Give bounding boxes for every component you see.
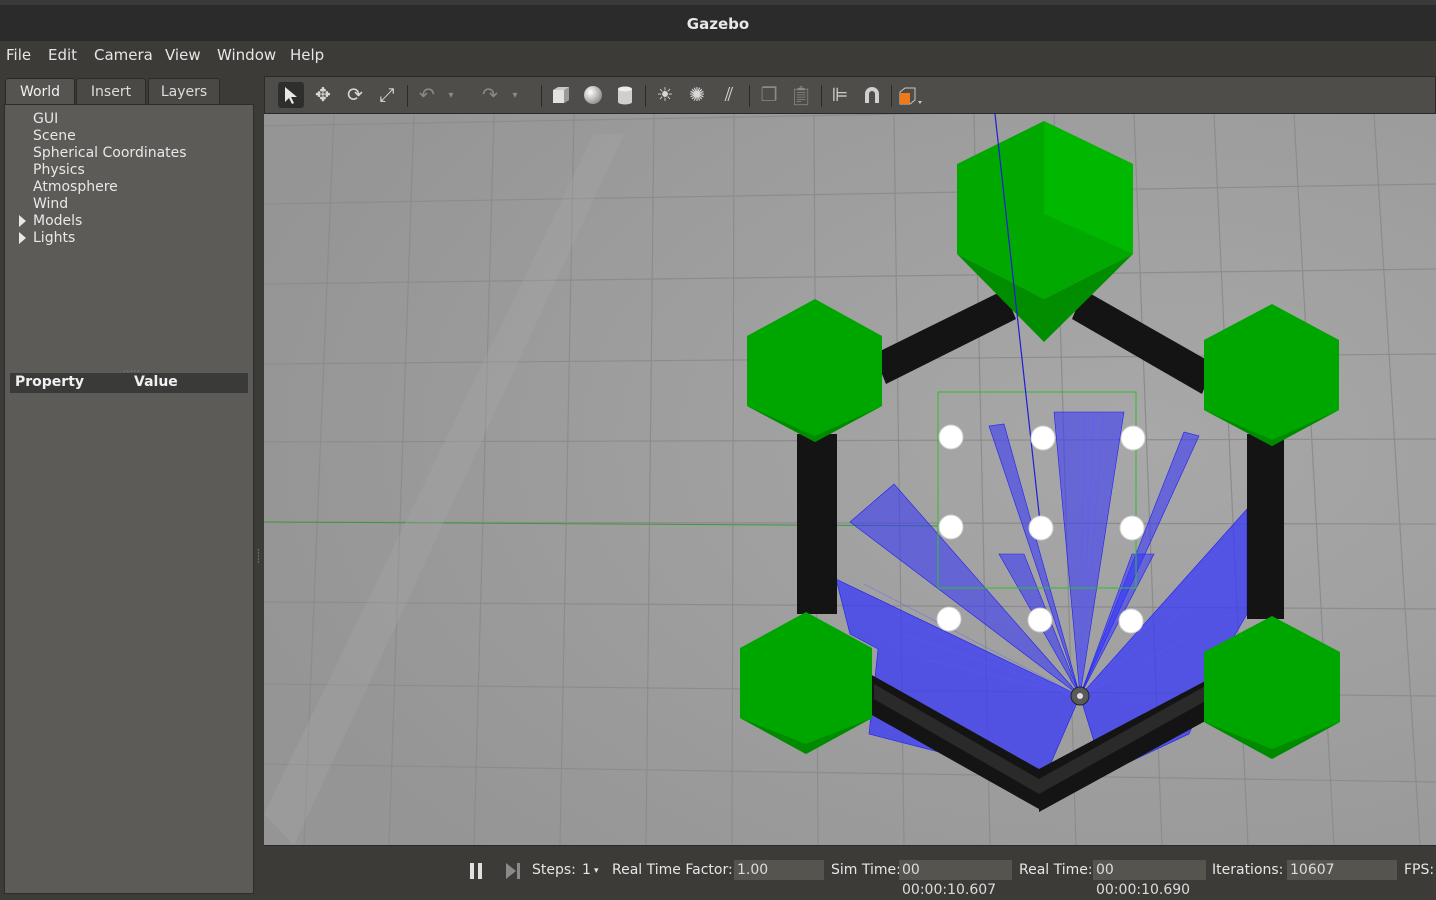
tab-insert[interactable]: Insert xyxy=(76,78,146,104)
undo-dropdown-icon[interactable]: ▾ xyxy=(445,82,457,108)
paste-icon[interactable]: 📋︎ xyxy=(788,82,814,108)
align-icon[interactable]: ⊫ xyxy=(827,82,853,108)
undo-icon[interactable]: ↶ xyxy=(414,82,440,108)
menu-edit[interactable]: Edit xyxy=(48,46,77,64)
menu-window[interactable]: Window xyxy=(217,46,276,64)
fps-label: FPS: xyxy=(1404,862,1435,878)
left-panel: World Insert Layers GUI Scene Spherical … xyxy=(0,70,262,896)
rtf-value: 1.00 xyxy=(734,860,824,880)
sim-time-value: 00 00:00:10.607 xyxy=(899,860,1012,898)
property-column-header: Property xyxy=(15,374,85,390)
status-bar: Steps: 1 ▾ Real Time Factor: 1.00 Sim Ti… xyxy=(264,845,1436,898)
menu-view[interactable]: View xyxy=(165,46,201,64)
point-light-icon[interactable]: ☀ xyxy=(652,82,678,108)
real-time-label: Real Time: xyxy=(1019,862,1093,878)
title-bar: Gazebo xyxy=(0,0,1436,41)
redo-dropdown-icon[interactable]: ▾ xyxy=(509,82,521,108)
tree-item-atmosphere[interactable]: Atmosphere xyxy=(33,179,118,195)
menu-bar: File Edit Camera View Window Help xyxy=(0,41,1436,70)
tree-item-lights[interactable]: Lights xyxy=(33,230,75,246)
scale-icon[interactable]: ⤢ xyxy=(374,82,400,108)
rotate-icon[interactable]: ⟳ xyxy=(342,82,368,108)
world-tree: GUI Scene Spherical Coordinates Physics … xyxy=(4,104,254,894)
tab-layers[interactable]: Layers xyxy=(148,78,220,104)
box-icon[interactable] xyxy=(548,82,574,108)
sim-time-label: Sim Time: xyxy=(831,862,901,878)
scene-render xyxy=(264,114,1436,845)
steps-label: Steps: xyxy=(532,862,576,878)
menu-help[interactable]: Help xyxy=(290,46,324,64)
step-icon[interactable] xyxy=(500,858,526,884)
toolbar: ✥ ⟳ ⤢ ↶ ▾ ↷ ▾ ☀ ✺ ⫽ ❐ 📋︎ ⊫ xyxy=(264,76,1436,114)
menu-file[interactable]: File xyxy=(6,46,31,64)
tab-world[interactable]: World xyxy=(5,78,75,104)
tree-item-wind[interactable]: Wind xyxy=(33,196,68,212)
copy-icon[interactable]: ❐ xyxy=(756,82,782,108)
tree-item-gui[interactable]: GUI xyxy=(33,111,58,127)
iterations-label: Iterations: xyxy=(1212,862,1284,878)
panel-splitter-handle[interactable]: · · · · · xyxy=(257,547,260,568)
real-time-value: 00 00:00:10.690 xyxy=(1093,860,1206,898)
tree-item-scene[interactable]: Scene xyxy=(33,128,76,144)
select-arrow-icon[interactable] xyxy=(278,82,304,108)
steps-value[interactable]: 1 xyxy=(582,862,591,878)
cylinder-icon[interactable] xyxy=(612,82,638,108)
redo-icon[interactable]: ↷ xyxy=(477,82,503,108)
expand-arrow-icon[interactable] xyxy=(19,215,26,227)
3d-viewport[interactable] xyxy=(264,114,1436,845)
rtf-label: Real Time Factor: xyxy=(612,862,733,878)
property-header: Property Value xyxy=(10,373,248,393)
view-angle-icon[interactable] xyxy=(897,82,923,108)
pause-icon[interactable] xyxy=(463,858,489,884)
window-title: Gazebo xyxy=(686,15,750,33)
menu-camera[interactable]: Camera xyxy=(94,46,153,64)
snap-magnet-icon[interactable] xyxy=(859,82,885,108)
tree-item-physics[interactable]: Physics xyxy=(33,162,85,178)
translate-icon[interactable]: ✥ xyxy=(310,82,336,108)
expand-arrow-icon[interactable] xyxy=(19,232,26,244)
value-column-header: Value xyxy=(134,374,178,390)
tree-item-spherical-coordinates[interactable]: Spherical Coordinates xyxy=(33,145,187,161)
iterations-value: 10607 xyxy=(1287,860,1397,880)
directional-light-icon[interactable]: ⫽ xyxy=(716,82,742,108)
steps-dropdown-icon[interactable]: ▾ xyxy=(594,866,599,876)
sphere-icon[interactable] xyxy=(580,82,606,108)
spot-light-icon[interactable]: ✺ xyxy=(684,82,710,108)
tree-item-models[interactable]: Models xyxy=(33,213,82,229)
